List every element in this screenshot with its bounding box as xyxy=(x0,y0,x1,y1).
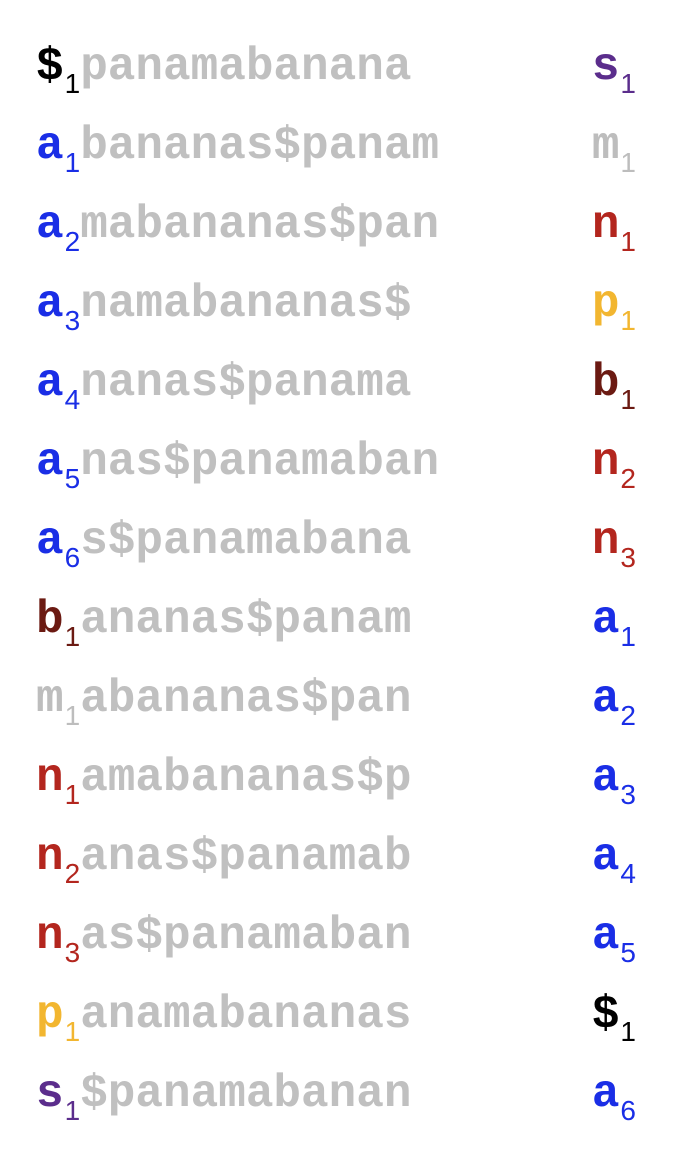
rotation-middle: s$panamabana xyxy=(80,515,412,567)
rotation-middle: panamabanana xyxy=(80,41,412,93)
matrix-row: b 1 ananas$panam a 1 xyxy=(36,581,636,660)
last-column-char: b xyxy=(591,357,620,409)
first-column-rank: 2 xyxy=(64,226,81,257)
first-column-char: a xyxy=(36,278,64,330)
last-column-char: a xyxy=(591,831,620,883)
matrix-row: $1 panamabanana s 1 xyxy=(36,28,636,107)
last-column-rank: 2 xyxy=(620,700,636,731)
matrix-row: n 2 anas$panamab a 4 xyxy=(36,818,636,897)
matrix-row: n 1 amabananas$p a 3 xyxy=(36,739,636,818)
rotation-middle: ananas$panam xyxy=(80,594,412,646)
first-column-rank: 3 xyxy=(64,305,81,336)
first-column-char: a xyxy=(36,436,64,488)
rotation-middle: $panamabanan xyxy=(80,1068,412,1120)
last-column-char: a xyxy=(591,910,620,962)
last-column-rank: 2 xyxy=(620,463,636,494)
last-column-cell: s1 xyxy=(592,28,636,109)
last-column-char: n xyxy=(591,199,620,251)
first-column-char: p xyxy=(36,989,64,1041)
last-column-char: a xyxy=(591,752,620,804)
first-column-rank: 1 xyxy=(64,68,81,99)
matrix-row: a 5 nas$panamaban n 2 xyxy=(36,423,636,502)
first-column-rank: 1 xyxy=(64,621,81,652)
matrix-row: s 1 $panamabanan a 6 xyxy=(36,1055,636,1134)
rotation-middle: anamabananas xyxy=(80,989,412,1041)
first-column-rank: 1 xyxy=(64,147,81,178)
last-column-rank: 1 xyxy=(620,68,636,99)
last-column-char: m xyxy=(591,120,620,172)
last-column-rank: 6 xyxy=(620,1095,636,1126)
matrix-row: n 3 as$panamaban a 5 xyxy=(36,897,636,976)
rotation-middle: nanas$panama xyxy=(80,357,412,409)
last-column-rank: 1 xyxy=(620,1016,636,1047)
last-column-rank: 3 xyxy=(620,779,636,810)
first-column-char: a xyxy=(36,515,64,567)
matrix-row: a 1 bananas$panam m 1 xyxy=(36,107,636,186)
first-column-rank: 5 xyxy=(64,463,81,494)
last-column-char: a xyxy=(591,594,620,646)
matrix-row: p 1 anamabananas $1 xyxy=(36,976,636,1055)
first-column-char: n xyxy=(36,831,64,883)
last-column-rank: 1 xyxy=(620,147,636,178)
last-column-char: n xyxy=(591,515,620,567)
last-column-rank: 1 xyxy=(620,305,636,336)
last-column-char: a xyxy=(591,1068,620,1120)
first-column-rank: 1 xyxy=(64,779,81,810)
matrix-row: a 4 nanas$panama b 1 xyxy=(36,344,636,423)
first-column-char: a xyxy=(36,199,64,251)
last-column-rank: 1 xyxy=(620,384,636,415)
first-column-rank: 2 xyxy=(64,858,81,889)
first-column-char: a xyxy=(36,120,64,172)
first-column-rank: 3 xyxy=(64,937,81,968)
last-column-char: s xyxy=(591,41,620,93)
first-column-char: a xyxy=(36,357,64,409)
first-column-rank: 1 xyxy=(64,1095,81,1126)
matrix-row: m 1 abananas$pan a 2 xyxy=(36,660,636,739)
first-column-rank: 1 xyxy=(64,1016,81,1047)
last-column-char: a xyxy=(591,673,620,725)
last-column-rank: 5 xyxy=(620,937,636,968)
rotation-middle: anas$panamab xyxy=(80,831,412,883)
last-column-rank: 3 xyxy=(620,542,636,573)
first-column-char: n xyxy=(36,910,64,962)
first-column-rank: 1 xyxy=(64,700,81,731)
matrix-row: a 2 mabananas$pan n 1 xyxy=(36,186,636,265)
rotation-middle: nas$panamaban xyxy=(80,436,440,488)
last-column-rank: 1 xyxy=(620,621,636,652)
first-column-char: b xyxy=(36,594,64,646)
bwt-rotation-matrix: $1 panamabanana s 1 a 1 bananas$panam m 1 a 2 maban… xyxy=(36,28,636,1134)
first-column-char: s xyxy=(36,1068,64,1120)
rotation-middle: as$panamaban xyxy=(80,910,412,962)
first-column-rank: 4 xyxy=(64,384,81,415)
last-column-rank: 1 xyxy=(620,226,636,257)
first-column-char: m xyxy=(36,673,64,725)
rotation-middle: bananas$panam xyxy=(80,120,440,172)
rotation-middle: mabananas$pan xyxy=(80,199,440,251)
matrix-row: a 6 s$panamabana n 3 xyxy=(36,502,636,581)
first-column-char: n xyxy=(36,752,64,804)
first-column-rank: 6 xyxy=(64,542,81,573)
rotation-middle: amabananas$p xyxy=(80,752,412,804)
last-column-char: n xyxy=(591,436,620,488)
last-column-char: $ xyxy=(591,989,620,1041)
rotation-middle: abananas$pan xyxy=(80,673,412,725)
matrix-row: a 3 namabananas$ p 1 xyxy=(36,265,636,344)
last-column-char: p xyxy=(591,278,620,330)
rotation-middle: namabananas$ xyxy=(80,278,412,330)
first-column-char: $ xyxy=(36,41,64,93)
last-column-rank: 4 xyxy=(620,858,636,889)
